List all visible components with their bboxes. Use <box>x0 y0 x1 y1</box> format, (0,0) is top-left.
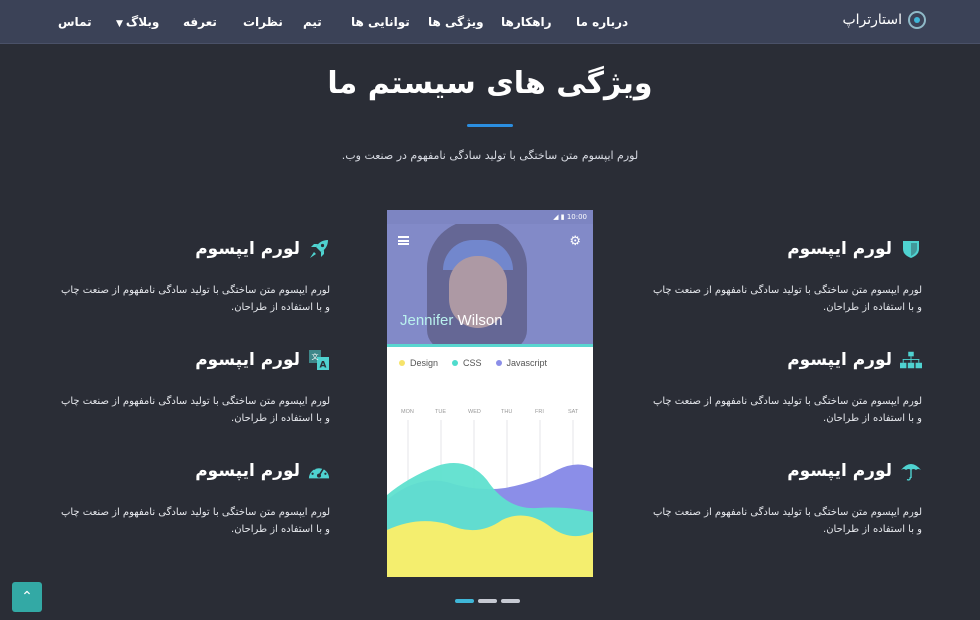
logo-icon <box>908 11 926 29</box>
top-navbar: تماس ▼ وبلاگ تعرفه نظرات تیم توانایی ها و… <box>0 0 980 44</box>
feature-item: لورم ایپسوم لورم ایپسوم متن ساختگی با تو… <box>650 460 922 538</box>
legend-item: Javascript <box>495 358 548 368</box>
battery-icon: ▮ <box>560 213 565 221</box>
chevron-up-icon: ⌃ <box>21 589 33 605</box>
translate-icon: A文 <box>308 349 330 371</box>
feature-description: لورم ایپسوم متن ساختگی با تولید سادگی نا… <box>652 507 922 535</box>
carousel-dot[interactable] <box>478 599 497 603</box>
svg-text:文: 文 <box>312 352 319 361</box>
feature-description: لورم ایپسوم متن ساختگی با تولید سادگی نا… <box>652 285 922 313</box>
legend-dot <box>495 360 502 366</box>
nav-about[interactable]: درباره ما <box>576 15 628 29</box>
nav-team[interactable]: تیم <box>303 15 322 29</box>
phone-status-bar: ◢ ▮ 10:00 <box>387 210 593 224</box>
umbrella-icon <box>900 460 922 482</box>
carousel-indicators <box>455 599 520 603</box>
carousel-dot[interactable] <box>501 599 520 603</box>
legend-item: CSS <box>452 358 482 368</box>
profile-last-name: Wilson <box>457 312 503 329</box>
nav-contact[interactable]: تماس <box>58 15 92 29</box>
feature-description: لورم ایپسوم متن ساختگی با تولید سادگی نا… <box>60 396 330 424</box>
signal-icon: ◢ <box>553 213 559 221</box>
legend-item: Design <box>399 358 438 368</box>
profile-name: Jennifer Wilson <box>400 312 503 329</box>
brand-logo[interactable]: استارتراپ <box>842 11 926 29</box>
day-label: TUE <box>435 409 446 415</box>
feature-description: لورم ایپسوم متن ساختگی با تولید سادگی نا… <box>60 285 330 313</box>
feature-title: لورم ایپسوم <box>195 350 300 370</box>
svg-text:A: A <box>320 361 327 371</box>
wave-chart <box>387 420 593 577</box>
phone-mockup: ◢ ▮ 10:00 ⚙ Jennifer Wilson Design CSS J… <box>387 210 593 577</box>
profile-first-name: Jennifer <box>400 312 454 329</box>
feature-title: لورم ایپسوم <box>787 350 892 370</box>
feature-description: لورم ایپسوم متن ساختگی با تولید سادگی نا… <box>60 507 330 535</box>
hamburger-menu-icon[interactable] <box>398 236 409 245</box>
rocket-icon <box>308 238 330 260</box>
hero-divider <box>387 344 593 347</box>
feature-item: لورم ایپسوم لورم ایپسوم متن ساختگی با تو… <box>650 349 922 427</box>
feature-item: لورم ایپسوم لورم ایپسوم متن ساختگی با تو… <box>58 238 330 316</box>
day-label: WED <box>468 409 481 415</box>
dashboard-icon <box>308 460 330 482</box>
legend-label: CSS <box>463 358 482 368</box>
feature-title: لورم ایپسوم <box>787 239 892 259</box>
logo-text: استارتراپ <box>842 12 902 28</box>
profile-hero: ⚙ Jennifer Wilson <box>387 224 593 344</box>
nav-blog-label: وبلاگ <box>125 15 160 29</box>
day-label: FRI <box>535 409 544 415</box>
feature-item: لورم ایپسوم لورم ایپسوم متن ساختگی با تو… <box>650 238 922 316</box>
day-label: THU <box>501 409 513 415</box>
nav-features[interactable]: ویژگی ها <box>428 15 484 29</box>
legend-dot <box>452 360 459 366</box>
title-underline <box>467 124 513 127</box>
shield-icon <box>900 238 922 260</box>
phone-time: 10:00 <box>566 213 587 221</box>
section-subtitle: لورم ایپسوم متن ساختگی با تولید سادگی نا… <box>341 149 639 162</box>
sitemap-icon <box>900 349 922 371</box>
nav-pricing[interactable]: تعرفه <box>183 15 217 29</box>
nav-solutions[interactable]: راهکارها <box>501 15 552 29</box>
back-to-top-button[interactable]: ⌃ <box>12 582 42 612</box>
nav-blog[interactable]: ▼ وبلاگ <box>116 15 159 29</box>
legend-label: Design <box>410 358 439 368</box>
feature-title: لورم ایپسوم <box>787 461 892 481</box>
day-label: MON <box>401 409 414 415</box>
section-title: ویژگی های سیستم ما <box>327 66 653 101</box>
feature-description: لورم ایپسوم متن ساختگی با تولید سادگی نا… <box>652 396 922 424</box>
chart-day-labels: MON TUE WED THU FRI SAT <box>387 409 593 419</box>
legend-label: Javascript <box>506 358 548 368</box>
gear-icon[interactable]: ⚙ <box>569 234 581 249</box>
legend-dot <box>399 360 405 366</box>
feature-item: لورم ایپسوم لورم ایپسوم متن ساختگی با تو… <box>58 460 330 538</box>
chevron-down-icon: ▼ <box>116 19 123 29</box>
feature-title: لورم ایپسوم <box>195 461 300 481</box>
nav-abilities[interactable]: توانایی ها <box>351 15 410 29</box>
feature-title: لورم ایپسوم <box>195 239 300 259</box>
nav-testimonials[interactable]: نظرات <box>243 15 283 29</box>
carousel-dot-active[interactable] <box>455 599 474 603</box>
chart-legend: Design CSS Javascript <box>399 358 547 368</box>
feature-item: A文 لورم ایپسوم لورم ایپسوم متن ساختگی با… <box>58 349 330 427</box>
day-label: SAT <box>568 409 579 415</box>
